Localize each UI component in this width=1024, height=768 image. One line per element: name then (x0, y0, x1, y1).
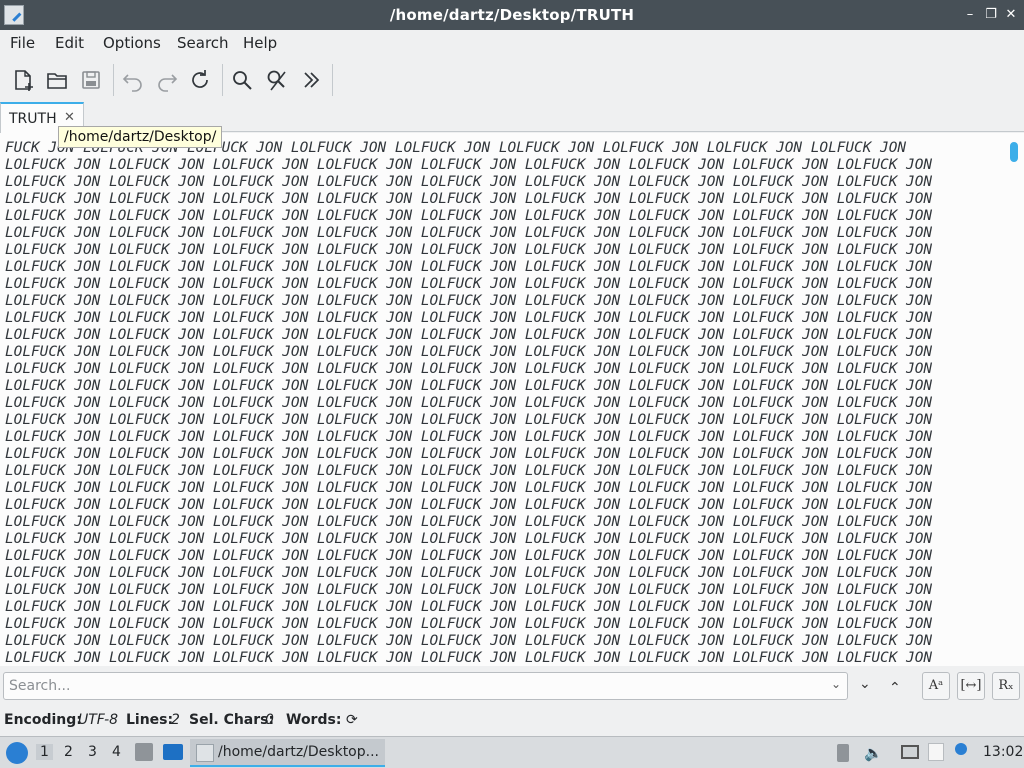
redo-icon[interactable] (153, 66, 181, 94)
menu-options[interactable]: Options (103, 34, 161, 52)
toolbar (0, 58, 1024, 102)
find-icon[interactable] (228, 66, 256, 94)
regex-button[interactable]: Rₓ (992, 672, 1020, 700)
open-folder-icon[interactable] (43, 66, 71, 94)
chevron-down-icon[interactable]: ⌄ (831, 677, 841, 691)
start-menu-icon[interactable] (6, 742, 28, 764)
close-button[interactable]: ✕ (1003, 6, 1019, 24)
workspace-1[interactable]: 1 (36, 744, 53, 760)
workspace-3[interactable]: 3 (88, 744, 97, 760)
tab-label: TRUTH (9, 111, 57, 127)
tab-close-icon[interactable]: ✕ (64, 110, 75, 125)
find-next-icon[interactable]: ⌄ (859, 676, 871, 692)
words-label: Words: (286, 712, 342, 728)
save-icon[interactable] (77, 66, 105, 94)
encoding-value: UTF-8 (78, 712, 119, 728)
lines-value: 2 (171, 712, 180, 728)
storage-icon[interactable] (837, 744, 849, 762)
vertical-scrollbar[interactable] (1005, 133, 1024, 666)
sel-chars-value: 0 (265, 712, 274, 728)
taskbar-window-label: /home/dartz/Desktop... (218, 744, 379, 760)
encoding-label: Encoding: (4, 712, 82, 728)
clipboard-icon[interactable] (928, 743, 944, 761)
volume-icon[interactable]: 🔈 (864, 744, 883, 762)
find-previous-icon[interactable]: ⌃ (889, 680, 901, 696)
window-title: /home/dartz/Desktop/TRUTH (389, 6, 635, 24)
status-bar: Encoding: UTF-8 Lines: 2 Sel. Chars: 0 W… (0, 706, 1024, 736)
editor-text[interactable]: FUCK JON LOLFUCK JON LOLFUCK JON LOLFUCK… (5, 140, 1005, 666)
taskbar-window-button[interactable]: /home/dartz/Desktop... (190, 739, 385, 767)
menu-search[interactable]: Search (177, 34, 229, 52)
whole-word-button[interactable]: [↔] (957, 672, 985, 700)
toolbar-separator (332, 64, 333, 96)
search-bar: ⌄ ⌄ ⌃ Aᵃ [↔] Rₓ (0, 668, 1024, 706)
minimize-button[interactable]: – (962, 6, 978, 24)
taskbar: 1 2 3 4 /home/dartz/Desktop... 🔈 13:02 (0, 736, 1024, 768)
workspace-2[interactable]: 2 (64, 744, 73, 760)
reload-icon[interactable] (186, 66, 214, 94)
path-tooltip: /home/dartz/Desktop/ (58, 126, 223, 148)
search-field[interactable]: ⌄ (3, 672, 848, 700)
more-icon[interactable] (297, 66, 325, 94)
title-bar[interactable]: /home/dartz/Desktop/TRUTH – ❐ ✕ (0, 0, 1024, 30)
refresh-icon[interactable]: ⟳ (346, 712, 358, 728)
sel-chars-label: Sel. Chars: (189, 712, 275, 728)
clock[interactable]: 13:02 (983, 744, 1023, 760)
menu-help[interactable]: Help (243, 34, 277, 52)
menu-file[interactable]: File (10, 34, 35, 52)
lines-label: Lines: (126, 712, 174, 728)
network-icon[interactable] (901, 745, 919, 759)
toolbar-separator (113, 64, 114, 96)
notification-icon[interactable] (955, 743, 967, 755)
text-editor[interactable]: FUCK JON LOLFUCK JON LOLFUCK JON LOLFUCK… (0, 133, 1024, 666)
file-manager-icon[interactable] (135, 743, 153, 761)
text-editor-icon (196, 744, 214, 762)
app-window: /home/dartz/Desktop/TRUTH – ❐ ✕ File Edi… (0, 0, 1024, 768)
menu-edit[interactable]: Edit (55, 34, 84, 52)
scrollbar-thumb[interactable] (1010, 142, 1018, 162)
show-desktop-icon[interactable] (163, 744, 183, 760)
maximize-button[interactable]: ❐ (983, 6, 999, 24)
find-replace-icon[interactable] (263, 66, 291, 94)
new-document-icon[interactable] (9, 66, 37, 94)
workspace-4[interactable]: 4 (112, 744, 121, 760)
search-input[interactable] (9, 676, 819, 696)
toolbar-separator (222, 64, 223, 96)
undo-icon[interactable] (119, 66, 147, 94)
menu-bar: File Edit Options Search Help (0, 30, 1024, 58)
match-case-button[interactable]: Aᵃ (922, 672, 950, 700)
